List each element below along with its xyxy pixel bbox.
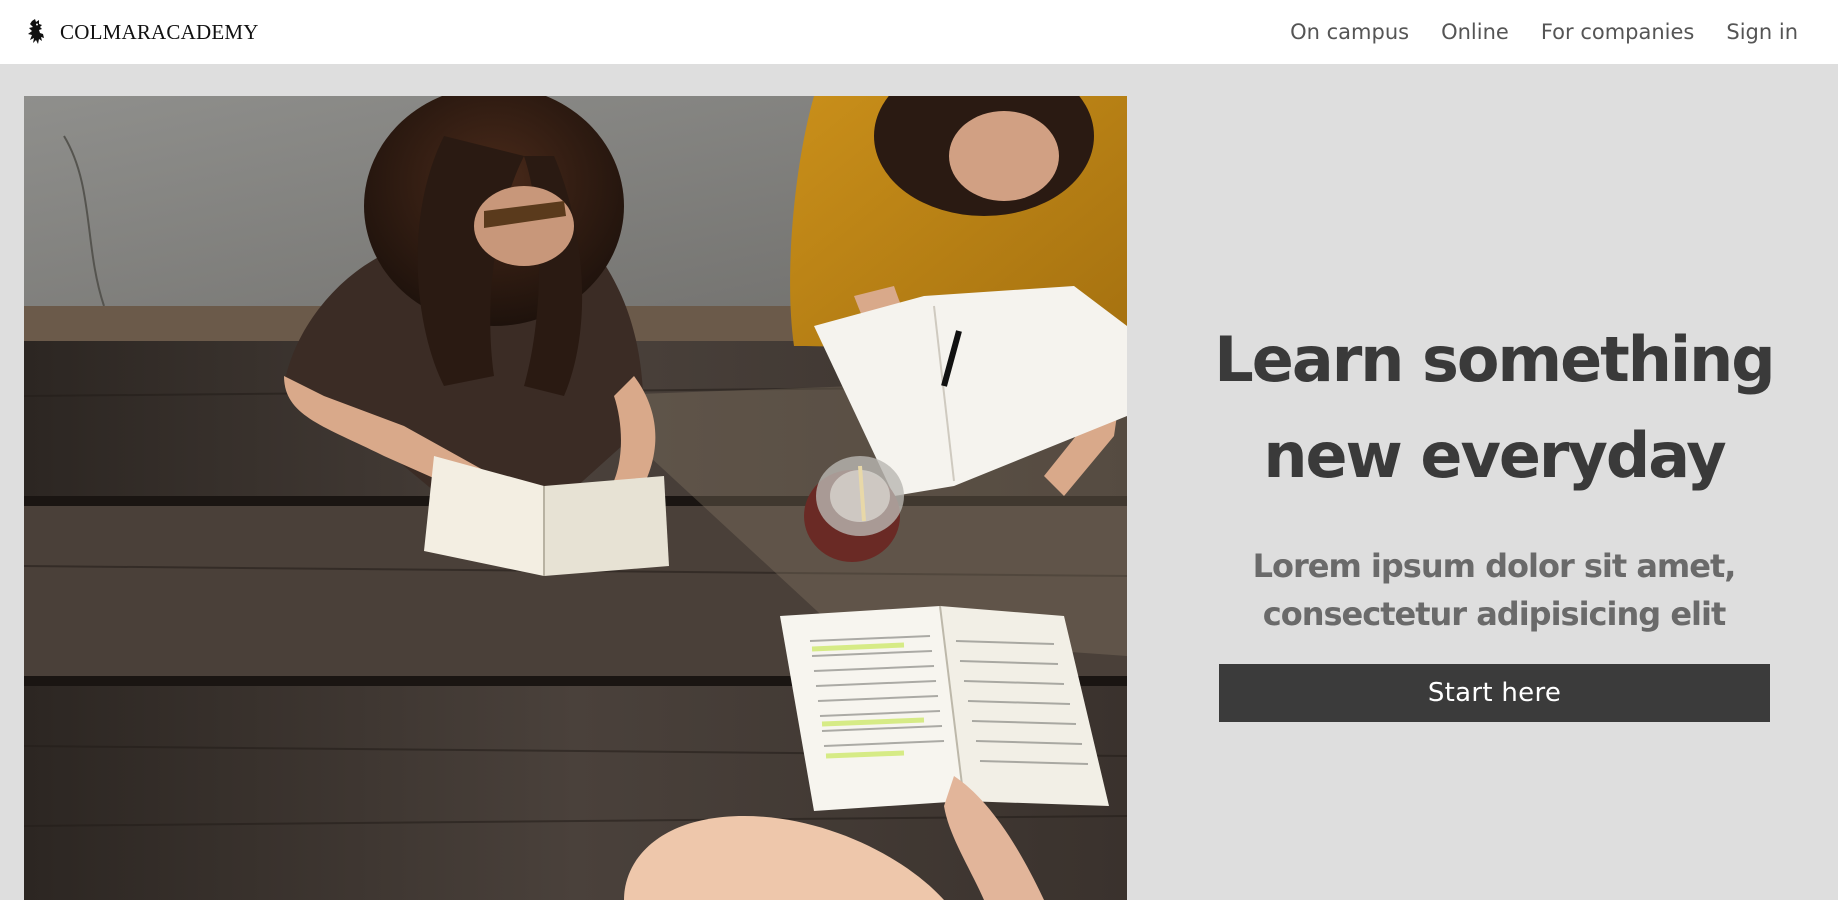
nav-link-on-campus[interactable]: On campus (1290, 20, 1409, 44)
main-navigation: On campus Online For companies Sign in (1290, 0, 1798, 64)
heraldic-lion-icon (28, 19, 44, 44)
hero-image (24, 96, 1127, 900)
brand-name: COLMARACADEMY (60, 20, 259, 44)
nav-link-online[interactable]: Online (1441, 20, 1509, 44)
brand-logo-link[interactable]: COLMARACADEMY (26, 14, 259, 50)
site-header: COLMARACADEMY On campus Online For compa… (0, 0, 1838, 64)
hero-text-block: Learn something new everyday Lorem ipsum… (1183, 312, 1805, 722)
nav-link-sign-in[interactable]: Sign in (1726, 20, 1798, 44)
hero-photo-illustration (24, 96, 1127, 900)
nav-link-for-companies[interactable]: For companies (1541, 20, 1695, 44)
hero-title: Learn something new everyday (1214, 323, 1775, 492)
hero-subtitle: Lorem ipsum dolor sit amet, consectetur … (1252, 547, 1737, 633)
start-here-button[interactable]: Start here (1219, 664, 1770, 722)
